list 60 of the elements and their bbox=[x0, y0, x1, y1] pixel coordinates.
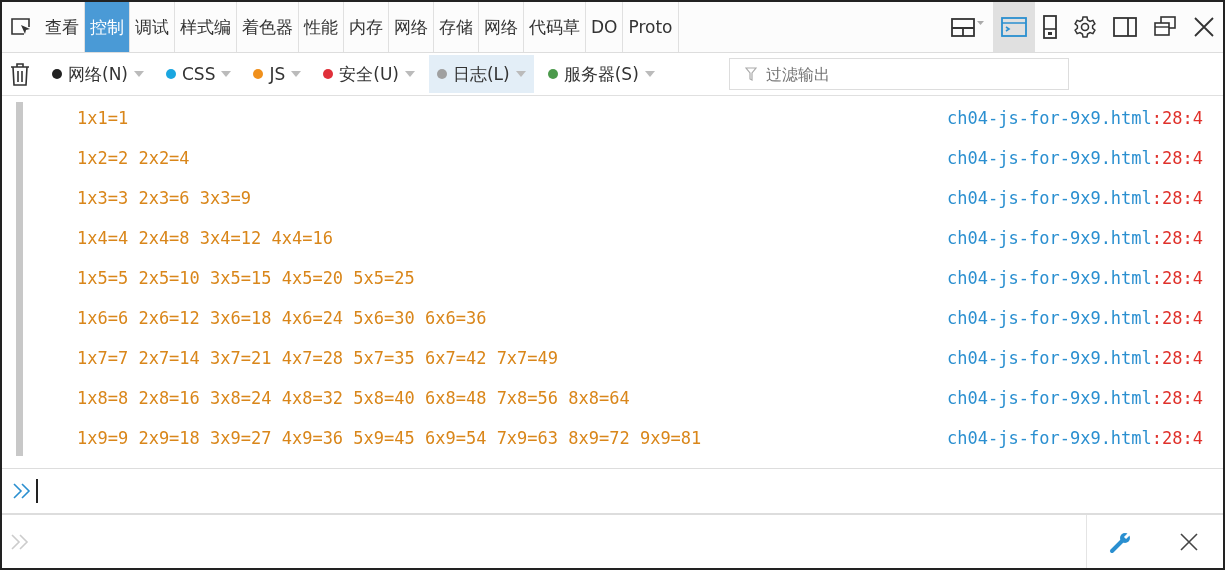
panel-tab[interactable]: 网络 bbox=[479, 2, 524, 52]
caret-icon bbox=[291, 71, 302, 77]
source-link[interactable]: ch04-js-for-9x9.html:28:4 bbox=[947, 228, 1203, 248]
funnel-icon bbox=[744, 67, 757, 81]
log-message: 1x7=7 2x7=14 3x7=21 4x7=28 5x7=35 6x7=42 7x7=49 bbox=[77, 348, 559, 368]
layout-icon bbox=[951, 16, 985, 38]
panel-tab[interactable]: 内存 bbox=[344, 2, 389, 52]
panel-tab[interactable]: 调试 bbox=[130, 2, 175, 52]
filter-label: 服务器(S) bbox=[563, 62, 639, 86]
source-link[interactable]: ch04-js-for-9x9.html:28:4 bbox=[947, 428, 1203, 448]
filter-button[interactable]: 日志(L) bbox=[428, 55, 534, 93]
panel-tab[interactable]: 存储 bbox=[434, 2, 479, 52]
settings-icon bbox=[1073, 15, 1097, 39]
phone-icon bbox=[1043, 15, 1057, 39]
log-message: 1x2=2 2x2=4 bbox=[77, 148, 190, 168]
source-link[interactable]: ch04-js-for-9x9.html:28:4 bbox=[947, 388, 1203, 408]
log-message: 1x8=8 2x8=16 3x8=24 4x8=32 5x8=40 6x8=48 7x8=56 8x8=64 bbox=[77, 388, 630, 408]
windows-icon bbox=[1153, 16, 1177, 38]
filter-label: 网络(N) bbox=[68, 62, 128, 86]
filter-button[interactable]: 安全(U) bbox=[315, 55, 423, 93]
panel-tab[interactable]: 样式编 bbox=[175, 2, 237, 52]
caret-icon bbox=[644, 71, 655, 77]
filter-label: CSS bbox=[182, 64, 216, 84]
filter-button[interactable]: 服务器(S) bbox=[539, 55, 663, 93]
caret-icon bbox=[221, 71, 232, 77]
caret-icon bbox=[404, 71, 415, 77]
log-message: 1x9=9 2x9=18 3x9=27 4x9=36 5x9=45 6x9=54 7x9=63 8x9=72 9x9=81 bbox=[77, 428, 702, 448]
filter-field[interactable]: 过滤输出 bbox=[728, 58, 1069, 90]
filter-button[interactable]: JS bbox=[245, 55, 310, 93]
pointer-icon bbox=[10, 17, 32, 37]
close-icon bbox=[1180, 532, 1198, 551]
source-link[interactable]: ch04-js-for-9x9.html:28:4 bbox=[947, 108, 1203, 128]
log-message: 1x3=3 2x3=6 3x3=9 bbox=[77, 188, 251, 208]
panel-tab[interactable]: Proto bbox=[623, 2, 679, 52]
filter-label: 日志(L) bbox=[452, 62, 510, 86]
panel-tab[interactable]: 代码草 bbox=[524, 2, 586, 52]
source-link[interactable]: ch04-js-for-9x9.html:28:4 bbox=[947, 268, 1203, 288]
caret-icon bbox=[134, 71, 144, 77]
log-message: 1x1=1 bbox=[77, 108, 129, 128]
filter-button[interactable]: CSS bbox=[158, 55, 240, 93]
panel-tab[interactable]: 着色器 bbox=[237, 2, 299, 52]
panel-tab[interactable]: 性能 bbox=[299, 2, 344, 52]
filter-button[interactable]: 网络(N) bbox=[44, 55, 152, 93]
close-icon bbox=[1193, 16, 1215, 38]
source-link[interactable]: ch04-js-for-9x9.html:28:4 bbox=[947, 308, 1203, 328]
filter-label: 安全(U) bbox=[339, 62, 399, 86]
panel-tab[interactable]: 网络 bbox=[389, 2, 434, 52]
log-message: 1x6=6 2x6=12 3x6=18 4x6=24 5x6=30 6x6=36 bbox=[77, 308, 487, 328]
trash-icon bbox=[10, 62, 30, 86]
log-message: 1x4=4 2x4=8 3x4=12 4x4=16 bbox=[77, 228, 333, 248]
source-link[interactable]: ch04-js-for-9x9.html:28:4 bbox=[947, 148, 1203, 168]
source-link[interactable]: ch04-js-for-9x9.html:28:4 bbox=[947, 188, 1203, 208]
console-icon bbox=[1001, 16, 1027, 38]
log-message: 1x5=5 2x5=10 3x5=15 4x5=20 5x5=25 bbox=[77, 268, 415, 288]
panel-tab[interactable]: DO bbox=[586, 2, 624, 52]
filter-label: JS bbox=[269, 64, 286, 84]
caret-icon bbox=[515, 71, 526, 77]
sidebar-icon bbox=[1113, 16, 1137, 38]
source-link[interactable]: ch04-js-for-9x9.html:28:4 bbox=[947, 348, 1203, 368]
text-cursor bbox=[36, 479, 38, 503]
